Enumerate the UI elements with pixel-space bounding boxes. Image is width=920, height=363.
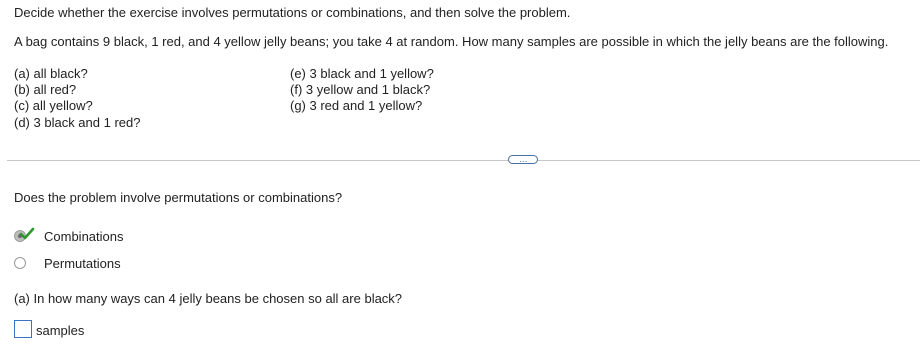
expand-button[interactable]: …: [508, 155, 538, 164]
option-combinations-label[interactable]: Combinations: [44, 229, 124, 244]
instructions-text: Decide whether the exercise involves per…: [14, 5, 571, 20]
part-c: (c) all yellow?: [14, 98, 93, 113]
question-perm-comb: Does the problem involve permutations or…: [14, 190, 343, 205]
option-permutations-label[interactable]: Permutations: [44, 256, 121, 271]
section-divider: [7, 160, 920, 161]
answer-a-input[interactable]: [14, 320, 32, 338]
radio-permutations[interactable]: [14, 257, 26, 269]
parts-right-list: (e) 3 black and 1 yellow? (f) 3 yellow a…: [290, 66, 434, 114]
part-g: (g) 3 red and 1 yellow?: [290, 98, 423, 113]
part-a: (a) all black?: [14, 66, 88, 81]
part-d: (d) 3 black and 1 red?: [14, 115, 141, 130]
parts-left-list: (a) all black? (b) all red? (c) all yell…: [14, 66, 140, 131]
question-a: (a) In how many ways can 4 jelly beans b…: [14, 291, 403, 306]
answer-a-unit: samples: [36, 323, 85, 338]
problem-text: A bag contains 9 black, 1 red, and 4 yel…: [14, 34, 889, 49]
part-b: (b) all red?: [14, 82, 77, 97]
part-f: (f) 3 yellow and 1 black?: [290, 82, 431, 97]
checkmark-icon: [19, 227, 35, 240]
part-e: (e) 3 black and 1 yellow?: [290, 66, 434, 81]
